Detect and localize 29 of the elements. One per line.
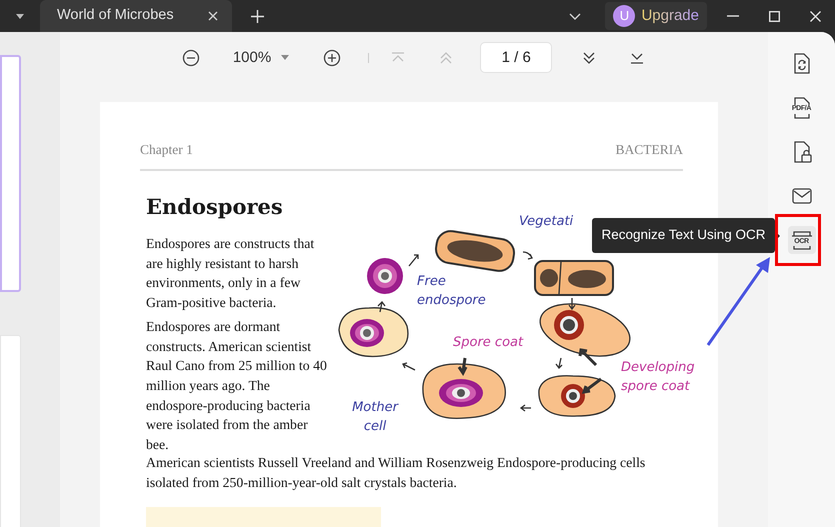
avatar: U <box>613 5 636 27</box>
zoom-out-icon[interactable] <box>182 48 200 67</box>
tooltip: Recognize Text Using OCR <box>592 218 775 253</box>
page-number-field[interactable]: 1 / 6 <box>480 42 552 74</box>
maximize-icon[interactable] <box>769 10 780 22</box>
chapter-label: Chapter 1 <box>140 140 193 159</box>
plus-icon[interactable] <box>251 10 264 22</box>
close-icon[interactable] <box>208 11 218 21</box>
diagram-label: Vegetati <box>519 213 574 231</box>
diagram-label: Developing spore coat <box>621 359 696 396</box>
diagram-label: Spore coat <box>453 334 524 352</box>
paragraph: American scientists Russell Vreeland and William Rosenzweig Endospore-producing cells isolated from 250-million-year-old salt crystals bacteria. <box>146 454 646 492</box>
upgrade-button[interactable]: U Upgrade <box>605 2 707 30</box>
diagram-label: Free endospore <box>417 273 487 310</box>
highlight-frame <box>775 214 821 266</box>
close-icon[interactable] <box>810 10 821 22</box>
paragraph: Endospores are constructs that are highly resistant to harsh environments, only in a few Gram-positive bacteria. <box>146 235 316 312</box>
caret-icon[interactable] <box>16 14 24 18</box>
paragraph: Endospores are dormant constructs. American scientist Raul Cano from 25 million to 40 million years ago. The endospore-producing bacteria were isolated from the amber bee. <box>146 318 328 454</box>
section-title: Endospores <box>146 193 284 221</box>
diagram-label: Mother cell <box>351 399 400 436</box>
tab-title[interactable]: World of Microbes <box>57 5 174 27</box>
zoom-dropdown[interactable]: 100% <box>232 46 290 70</box>
zoom-in-icon[interactable] <box>323 48 342 67</box>
page-thumbnail[interactable] <box>0 55 21 292</box>
chevron-down-icon[interactable] <box>569 12 582 20</box>
section-label: BACTERIA <box>616 140 683 159</box>
document-tab[interactable]: World of Microbes <box>40 0 232 32</box>
minimize-icon[interactable] <box>727 15 739 17</box>
